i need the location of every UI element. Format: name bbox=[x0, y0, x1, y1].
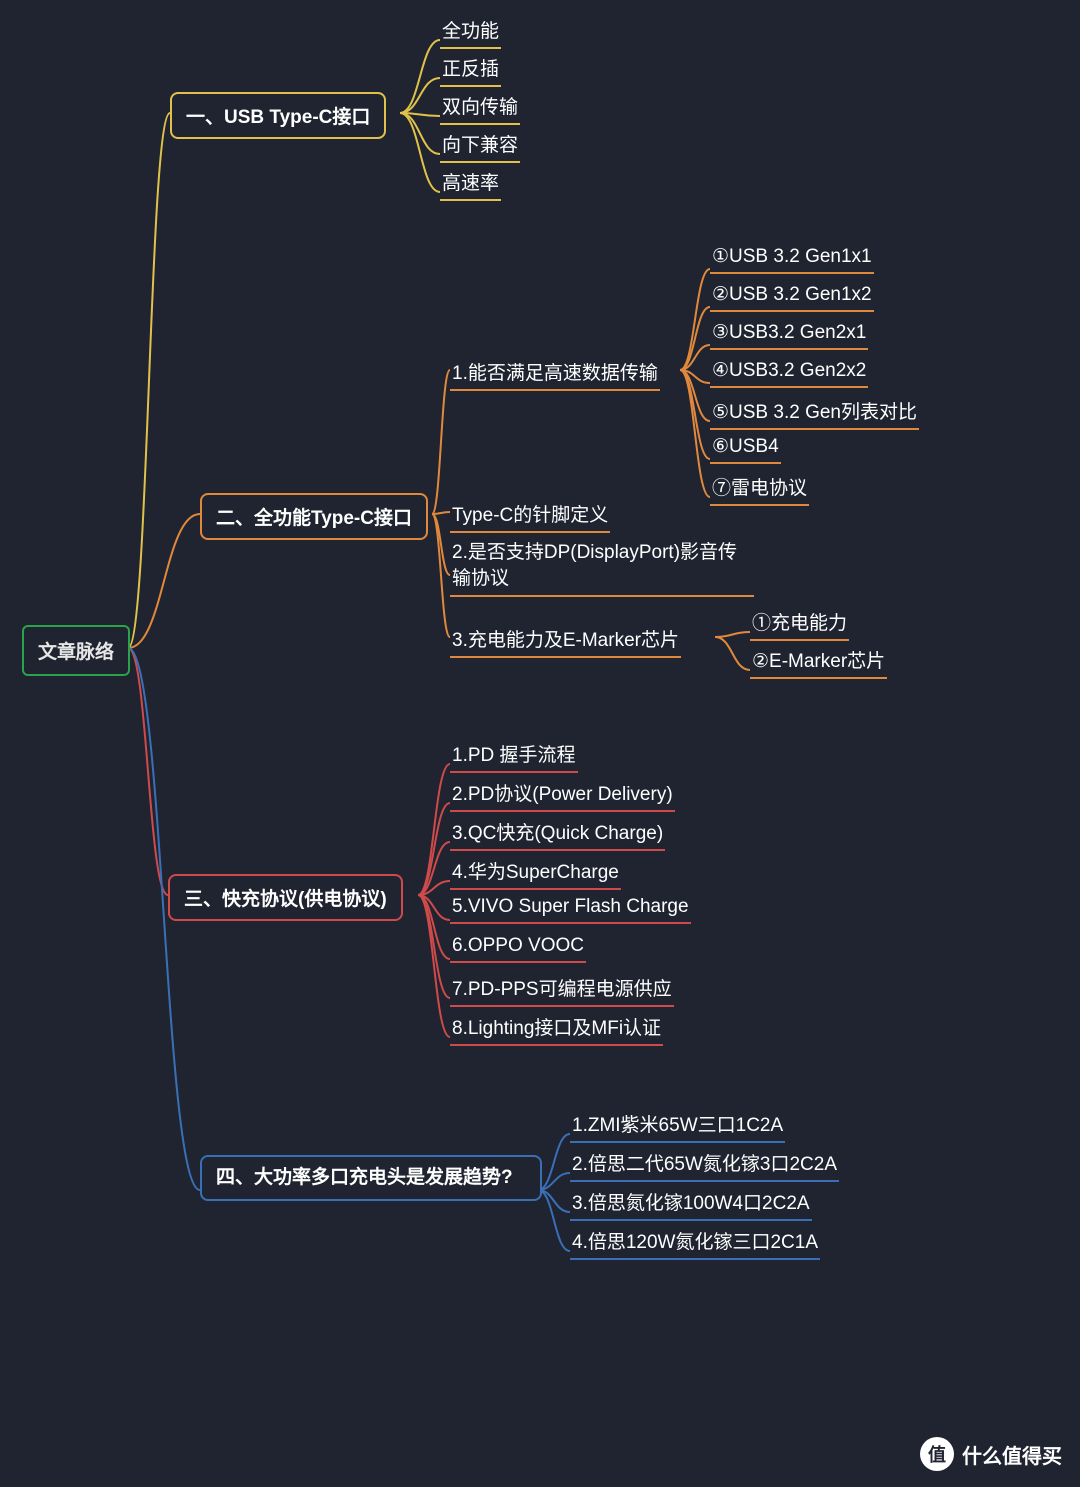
branch-2-0-gc-5: ⑥USB4 bbox=[710, 435, 781, 464]
branch-2-0-gc-0: ①USB 3.2 Gen1x1 bbox=[710, 245, 874, 274]
branch-2-child-3: 3.充电能力及E-Marker芯片 bbox=[450, 625, 681, 658]
branch-2-0-gc-2: ③USB3.2 Gen2x1 bbox=[710, 321, 868, 350]
branch-1-child-1: 正反插 bbox=[440, 54, 501, 87]
branch-3-child-7: 8.Lighting接口及MFi认证 bbox=[450, 1013, 663, 1046]
branch-2-0-gc-6: ⑦雷电协议 bbox=[710, 473, 809, 506]
branch-3-child-0: 1.PD 握手流程 bbox=[450, 740, 578, 773]
branch-3-child-2: 3.QC快充(Quick Charge) bbox=[450, 818, 665, 851]
branch-2-label: 二、全功能Type-C接口 bbox=[216, 508, 412, 529]
branch-1-child-4: 高速率 bbox=[440, 168, 501, 201]
branch-3-child-5: 6.OPPO VOOC bbox=[450, 935, 586, 963]
branch-4-child-2: 3.倍思氮化镓100W4口2C2A bbox=[570, 1188, 812, 1221]
branch-4-child-0: 1.ZMI紫米65W三口1C2A bbox=[570, 1110, 785, 1143]
branch-3-label: 三、快充协议(供电协议) bbox=[184, 889, 387, 910]
branch-4: 四、大功率多口充电头是发展趋势? bbox=[200, 1155, 542, 1201]
branch-3-child-1: 2.PD协议(Power Delivery) bbox=[450, 779, 675, 812]
branch-2-child-2: 2.是否支持DP(DisplayPort)影音传输协议 bbox=[450, 540, 754, 597]
root-node: 文章脉络 bbox=[22, 625, 130, 676]
branch-2-0-gc-1: ②USB 3.2 Gen1x2 bbox=[710, 283, 874, 312]
branch-2: 二、全功能Type-C接口 bbox=[200, 493, 428, 540]
branch-1-label: 一、USB Type-C接口 bbox=[186, 107, 370, 128]
branch-2-child-1: Type-C的针脚定义 bbox=[450, 500, 610, 533]
mindmap-canvas: 文章脉络 一、USB Type-C接口 全功能 正反插 双向传输 向下兼容 高速… bbox=[0, 0, 1080, 1487]
branch-1-child-2: 双向传输 bbox=[440, 92, 520, 125]
watermark: 值 什么值得买 bbox=[920, 1437, 1062, 1471]
watermark-badge: 值 bbox=[920, 1437, 954, 1471]
branch-4-label: 四、大功率多口充电头是发展趋势? bbox=[216, 1167, 513, 1188]
root-label: 文章脉络 bbox=[38, 642, 114, 663]
branch-3-child-4: 5.VIVO Super Flash Charge bbox=[450, 896, 691, 924]
branch-2-3-gc-1: ②E-Marker芯片 bbox=[750, 646, 887, 679]
branch-1-child-3: 向下兼容 bbox=[440, 130, 520, 163]
branch-1-child-0: 全功能 bbox=[440, 16, 501, 49]
branch-2-0-gc-3: ④USB3.2 Gen2x2 bbox=[710, 359, 868, 388]
branch-2-3-gc-0: ①充电能力 bbox=[750, 608, 849, 641]
branch-4-child-3: 4.倍思120W氮化镓三口2C1A bbox=[570, 1227, 820, 1260]
branch-3-child-6: 7.PD-PPS可编程电源供应 bbox=[450, 974, 674, 1007]
branch-1: 一、USB Type-C接口 bbox=[170, 92, 386, 139]
branch-2-child-0: 1.能否满足高速数据传输 bbox=[450, 358, 660, 391]
watermark-text: 什么值得买 bbox=[962, 1440, 1062, 1469]
branch-3: 三、快充协议(供电协议) bbox=[168, 874, 403, 921]
branch-3-child-3: 4.华为SuperCharge bbox=[450, 857, 621, 890]
branch-2-0-gc-4: ⑤USB 3.2 Gen列表对比 bbox=[710, 397, 919, 430]
branch-4-child-1: 2.倍思二代65W氮化镓3口2C2A bbox=[570, 1149, 839, 1182]
